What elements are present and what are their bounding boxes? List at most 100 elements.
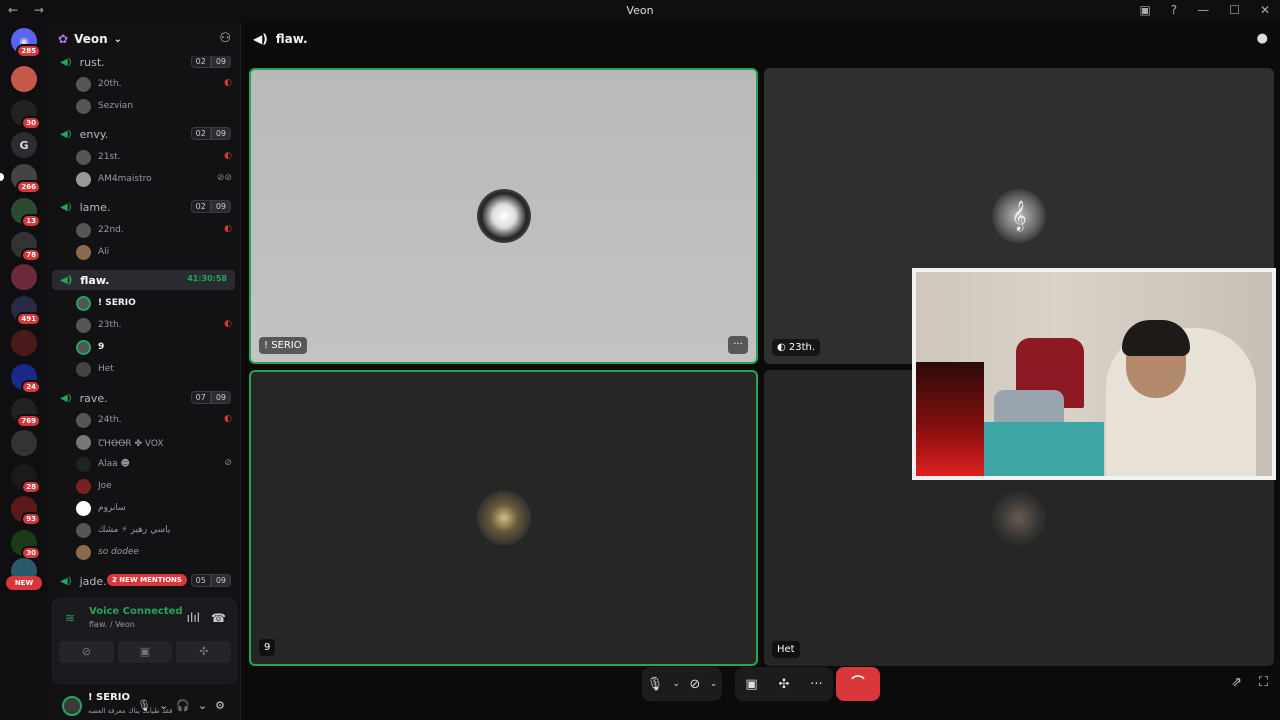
minimize-icon[interactable]: — bbox=[1197, 3, 1209, 17]
server-icon[interactable]: 78 bbox=[11, 232, 41, 262]
chat-icon[interactable]: ● bbox=[1257, 31, 1268, 46]
channel-name: envy. bbox=[79, 127, 109, 141]
leave-call-button[interactable]: ⌒ bbox=[836, 667, 880, 701]
participant-tile[interactable]: ! SERIO ··· bbox=[249, 68, 758, 364]
screen-share-icon[interactable]: ▣ bbox=[745, 677, 757, 692]
participant-tile[interactable]: 9 bbox=[249, 370, 758, 666]
avatar[interactable] bbox=[62, 696, 82, 716]
voice-user[interactable]: 9 bbox=[76, 337, 236, 357]
add-user-icon[interactable]: ⚇ bbox=[219, 31, 231, 46]
server-badge: 28 bbox=[21, 480, 41, 494]
voice-user[interactable]: Sezvian bbox=[76, 96, 236, 116]
server-badge: 266 bbox=[16, 180, 41, 194]
voice-user[interactable]: ! SERIO bbox=[76, 293, 236, 313]
voice-user[interactable]: 21st. ◐ bbox=[76, 147, 236, 167]
speaker-icon: ◀) bbox=[60, 201, 72, 213]
server-icon[interactable]: 28 bbox=[11, 464, 41, 494]
voice-user[interactable]: Joe bbox=[76, 476, 236, 496]
avatar bbox=[76, 339, 91, 355]
camera-off-icon[interactable]: ⊘ bbox=[689, 677, 700, 692]
speaker-icon: ◀) bbox=[60, 56, 72, 68]
server-icon[interactable]: G bbox=[11, 132, 37, 158]
help-icon[interactable]: ? bbox=[1171, 3, 1177, 17]
user-name: 21st. bbox=[98, 152, 121, 162]
voice-user[interactable]: سانروم bbox=[76, 498, 236, 518]
popout-icon[interactable]: ⇗ bbox=[1231, 675, 1242, 690]
voice-channel-rust[interactable]: ◀) rust. 02 09 bbox=[52, 56, 235, 72]
server-icon[interactable] bbox=[11, 264, 37, 290]
server-icon[interactable]: 30 bbox=[11, 100, 41, 130]
voice-channel-flaw[interactable]: ◀) flaw. 41:30:58 bbox=[52, 270, 235, 290]
voice-channel-envy[interactable]: ◀) envy. 02 09 bbox=[52, 124, 235, 144]
server-icon[interactable]: 93 bbox=[11, 496, 41, 526]
screen-share-icon[interactable]: ▣ bbox=[117, 641, 173, 663]
voice-user[interactable]: 20th. ◐ bbox=[76, 74, 236, 94]
microphone-icon[interactable]: 🎙 bbox=[137, 699, 151, 712]
server-badge: 285 bbox=[16, 44, 41, 58]
chevron-down-icon[interactable]: ⌄ bbox=[198, 699, 207, 712]
new-servers-badge[interactable]: NEW bbox=[6, 576, 42, 590]
discord-app: ← → Veon ▣ ? — ☐ ✕ ◉ 285 30 G 266 13 78 4… bbox=[0, 0, 1280, 720]
speaker-icon: ◀) bbox=[60, 128, 72, 140]
voice-channel-jade[interactable]: ◀) jade. 2 NEW MENTIONS 05 09 bbox=[52, 571, 235, 591]
voice-user[interactable]: ياسي زهير ⚡ مشك bbox=[76, 520, 236, 540]
microphone-icon[interactable]: 🎙 bbox=[647, 677, 664, 692]
more-icon[interactable]: ··· bbox=[810, 677, 822, 692]
voice-user[interactable]: so dodee bbox=[76, 542, 236, 562]
disconnect-icon[interactable]: ☎ bbox=[211, 611, 226, 625]
mentions-badge[interactable]: 2 NEW MENTIONS bbox=[107, 574, 187, 586]
chevron-down-icon[interactable]: ⌄ bbox=[710, 679, 718, 689]
avatar bbox=[76, 295, 91, 311]
more-options-button[interactable]: ··· bbox=[728, 336, 748, 354]
user-name: so dodee bbox=[98, 547, 140, 557]
server-icon[interactable]: 13 bbox=[11, 198, 41, 228]
server-icon[interactable]: 769 bbox=[11, 398, 41, 428]
avatar bbox=[76, 149, 91, 165]
fullscreen-icon[interactable]: ⛶ bbox=[1259, 675, 1268, 690]
user-limit: 02 09 bbox=[190, 200, 231, 213]
voice-user[interactable]: Alaa ☻ ⊘ bbox=[76, 454, 236, 474]
voice-user[interactable]: 24th. ◐ bbox=[76, 410, 236, 430]
server-icon[interactable]: 266 bbox=[0, 164, 41, 194]
call-header: ◀) flaw. ● bbox=[241, 22, 1280, 56]
server-icon[interactable] bbox=[11, 430, 37, 456]
speaker-icon: ◀) bbox=[253, 32, 268, 46]
voice-user[interactable]: Ali bbox=[76, 242, 236, 262]
voice-location[interactable]: flaw. / Veon bbox=[89, 620, 135, 629]
server-icon[interactable]: 491 bbox=[11, 296, 41, 326]
activities-icon[interactable]: ✣ bbox=[778, 677, 789, 692]
user-count: 02 bbox=[190, 200, 211, 213]
voice-user[interactable]: 22nd. ◐ bbox=[76, 220, 236, 240]
close-icon[interactable]: ✕ bbox=[1260, 3, 1270, 17]
headphones-icon[interactable]: 🎧 bbox=[176, 699, 190, 712]
guild-header[interactable]: ✿ Veon ⌄ ⚇ bbox=[48, 22, 241, 56]
chevron-down-icon[interactable]: ⌄ bbox=[159, 699, 168, 712]
gear-icon[interactable]: ⚙ bbox=[215, 699, 225, 712]
voice-channel-lame[interactable]: ◀) lame. 02 09 bbox=[52, 197, 235, 217]
participant-name: 9 bbox=[259, 639, 276, 656]
voice-user[interactable]: Het bbox=[76, 359, 236, 379]
activities-icon[interactable]: ✣ bbox=[176, 641, 232, 663]
user-limit-max: 09 bbox=[210, 574, 231, 587]
camera-off-icon[interactable]: ⊘ bbox=[59, 641, 114, 663]
server-icon[interactable] bbox=[11, 66, 37, 92]
channel-list: ◀) rust. 02 09 20th. ◐ Sezvian ◀) envy. 02 09 2… bbox=[48, 56, 241, 596]
noise-suppression-icon[interactable]: ılıl bbox=[187, 611, 200, 625]
user-name: Alaa ☻ bbox=[98, 459, 130, 469]
home-button[interactable]: ◉ 285 bbox=[11, 28, 41, 58]
server-icon[interactable]: 24 bbox=[11, 364, 41, 394]
inbox-icon[interactable]: ▣ bbox=[1139, 3, 1150, 17]
voice-user[interactable]: AM4maistro ⊘⊘ bbox=[76, 169, 236, 189]
signal-icon[interactable]: ≋ bbox=[65, 611, 75, 625]
server-icon[interactable]: 30 bbox=[11, 530, 41, 560]
user-name: 9 bbox=[98, 342, 105, 352]
participant-name: ! SERIO bbox=[259, 337, 307, 354]
participant-avatar bbox=[992, 491, 1046, 545]
chevron-down-icon[interactable]: ⌄ bbox=[673, 679, 681, 689]
maximize-icon[interactable]: ☐ bbox=[1229, 3, 1240, 17]
server-icon[interactable] bbox=[11, 330, 37, 356]
avatar bbox=[76, 361, 91, 377]
voice-user[interactable]: ꞆꞪꝊꝊɌ ✤ VOX bbox=[76, 432, 236, 452]
voice-channel-rave[interactable]: ◀) rave. 07 09 bbox=[52, 388, 235, 408]
voice-user[interactable]: 23th. ◐ bbox=[76, 315, 236, 335]
